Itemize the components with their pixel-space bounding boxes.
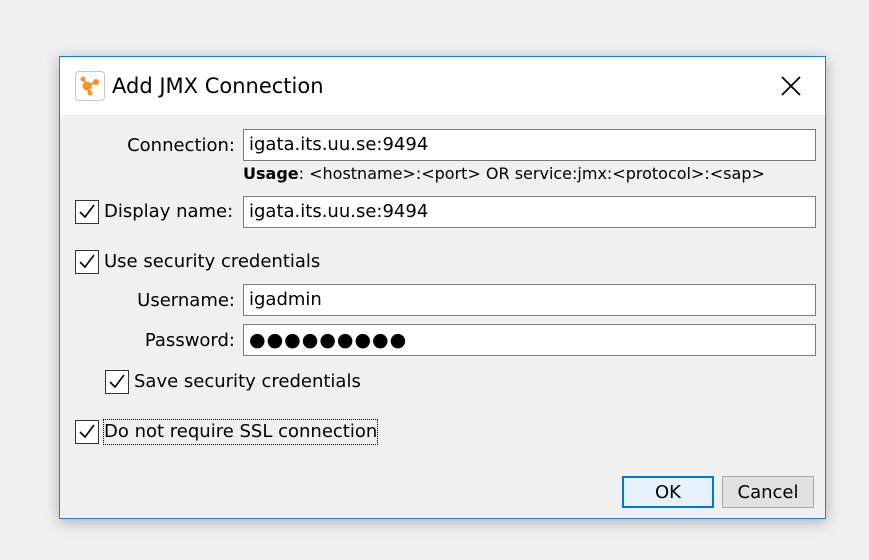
cancel-button[interactable]: Cancel (722, 476, 814, 508)
close-button[interactable] (757, 57, 825, 115)
check-icon (79, 204, 95, 219)
display-name-label: Display name: (104, 201, 234, 222)
check-icon (79, 424, 95, 439)
save-security-credentials-checkbox[interactable] (105, 370, 129, 394)
no-ssl-row[interactable]: Do not require SSL connection (75, 416, 379, 448)
save-security-credentials-row[interactable]: Save security credentials (105, 366, 361, 398)
display-name-checkbox[interactable] (75, 200, 99, 224)
connection-input[interactable]: igata.its.uu.se:9494 (243, 129, 816, 161)
username-label: Username: (137, 290, 235, 311)
use-security-credentials-label: Use security credentials (104, 251, 321, 272)
password-input[interactable]: ●●●●●●●●● (243, 324, 816, 356)
add-jmx-connection-dialog: Add JMX Connection Connection: igata.its… (59, 56, 826, 519)
save-security-credentials-label: Save security credentials (134, 371, 361, 392)
ok-button[interactable]: OK (622, 476, 714, 508)
usage-hint-title: Usage (243, 164, 299, 183)
title-bar[interactable]: Add JMX Connection (60, 57, 825, 115)
dialog-title: Add JMX Connection (112, 74, 324, 98)
visualvm-app-icon (75, 71, 105, 101)
check-icon (79, 254, 95, 269)
password-label: Password: (144, 330, 235, 351)
use-security-credentials-checkbox[interactable] (75, 250, 99, 274)
display-name-checkbox-row[interactable]: Display name: (75, 196, 233, 228)
use-security-credentials-row[interactable]: Use security credentials (75, 246, 320, 278)
username-input[interactable]: igadmin (243, 284, 816, 316)
usage-hint-text: : <hostname>:<port> OR service:jmx:<prot… (298, 164, 765, 183)
no-ssl-checkbox[interactable] (75, 420, 99, 444)
close-icon (781, 76, 801, 96)
display-name-input[interactable]: igata.its.uu.se:9494 (243, 196, 816, 228)
check-icon (109, 374, 125, 389)
usage-hint: Usage: <hostname>:<port> OR service:jmx:… (243, 161, 816, 187)
no-ssl-label: Do not require SSL connection (102, 419, 379, 445)
connection-label: Connection: (127, 135, 235, 156)
